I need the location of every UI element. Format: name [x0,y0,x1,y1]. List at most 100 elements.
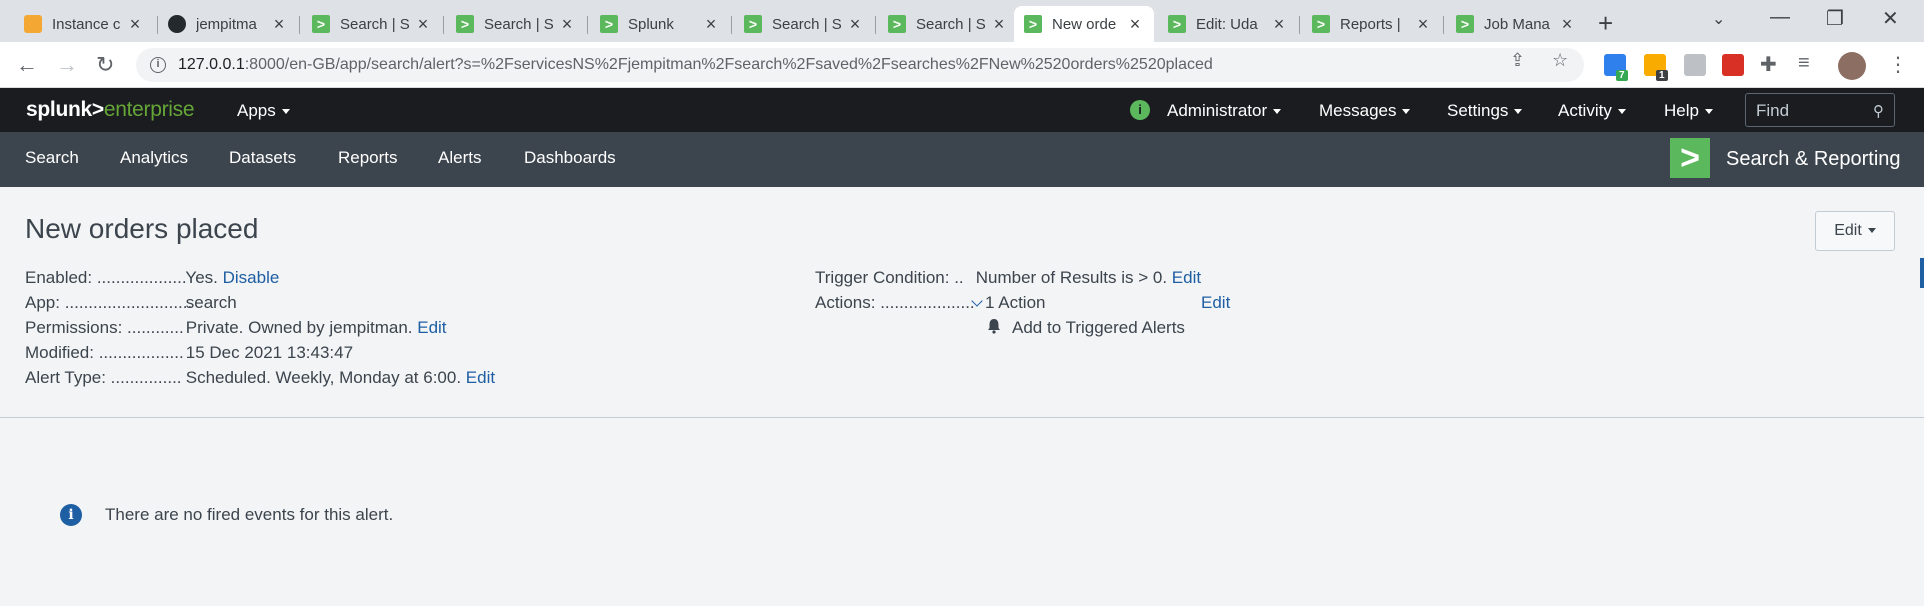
apps-menu[interactable]: Apps [237,101,290,121]
splunk-icon: > [312,15,330,33]
close-icon[interactable]: × [270,14,288,35]
alert-type-row: Alert Type: ............... Scheduled. W… [25,368,496,387]
find-input[interactable]: Find ⚲ [1745,93,1895,127]
nav-alerts[interactable]: Alerts [438,148,481,168]
share-icon[interactable]: ⇪ [1510,50,1525,71]
forward-icon[interactable]: → [56,52,78,78]
restore-icon[interactable]: ❐ [1826,6,1844,31]
disable-link[interactable]: Disable [223,268,280,287]
url-host: 127.0.0.1 [178,56,245,73]
modified-row: Modified: .................. 15 Dec 2021… [25,343,354,362]
edit-permissions-link[interactable]: Edit [417,318,446,337]
splunk-icon: > [744,15,762,33]
nav-analytics[interactable]: Analytics [120,148,188,168]
reload-icon[interactable]: ↻ [96,52,114,78]
actions-row: Actions: .................... 1 Action [815,293,1046,312]
tab-search-icon[interactable]: ⌄ [1712,9,1725,29]
edit-trigger-link[interactable]: Edit [1172,268,1201,287]
search-icon: ⚲ [1873,103,1884,120]
back-icon[interactable]: ← [16,52,38,78]
minimize-icon[interactable]: — [1770,6,1790,29]
puzzle-icon[interactable]: ✚ [1760,52,1777,77]
permissions-row: Permissions: ............ Private. Owned… [25,318,447,337]
extension-badge: 1 [1656,70,1668,81]
extension-badge: 7 [1616,70,1628,81]
pdf-extension-icon[interactable] [1722,54,1744,76]
nav-datasets[interactable]: Datasets [229,148,296,168]
browser-tab[interactable]: > Search | S × [734,6,874,42]
browser-tab[interactable]: > Splunk × [590,6,730,42]
splunk-icon: > [888,15,906,33]
browser-tab[interactable]: > Edit: Uda × [1158,6,1298,42]
close-icon[interactable]: × [1414,14,1432,35]
tab-title: Splunk [628,15,674,33]
url-input[interactable]: i 127.0.0.1:8000/en-GB/app/search/alert?… [136,48,1584,82]
browser-tab-strip: Instance c × jempitma × > Search | S × >… [0,0,1924,42]
close-icon[interactable]: × [1126,14,1144,35]
bookmark-star-icon[interactable]: ☆ [1552,50,1568,71]
activity-menu[interactable]: Activity [1558,101,1626,121]
caret-down-icon [1617,109,1626,115]
tab-title: Reports | [1340,15,1401,33]
tab-title: jempitma [196,15,257,33]
actions-count[interactable]: 1 Action [985,293,1046,312]
reading-list-icon[interactable]: ≡ [1798,52,1810,75]
browser-tab[interactable]: > Search | S × [446,6,586,42]
caret-down-icon [1867,228,1876,234]
close-icon[interactable]: × [1270,14,1288,35]
scrollbar-marker[interactable] [1920,258,1924,288]
tab-title: Instance c [52,15,121,33]
tab-title: Search | S [340,15,410,33]
tab-title: New orde [1052,15,1117,33]
avatar[interactable] [1838,52,1866,80]
splunk-header: splunk>enterprise Apps i Administrator M… [0,88,1924,132]
nav-reports[interactable]: Reports [338,148,398,168]
close-icon[interactable]: × [126,14,144,35]
bell-icon [988,319,1000,334]
tab-title: Search | S [484,15,554,33]
browser-tab[interactable]: > Reports | × [1302,6,1442,42]
settings-menu[interactable]: Settings [1447,101,1523,121]
edit-button[interactable]: Edit [1815,211,1895,251]
close-icon[interactable]: × [1558,14,1576,35]
tab-title: Search | S [772,15,842,33]
close-icon[interactable]: × [558,14,576,35]
close-icon[interactable]: × [414,14,432,35]
site-info-icon[interactable]: i [150,57,166,73]
nav-search[interactable]: Search [25,148,79,168]
browser-tab-active[interactable]: > New orde × [1014,6,1154,42]
app-name[interactable]: Search & Reporting [1726,148,1901,171]
alert-details: New orders placed Edit Enabled: ........… [0,187,1924,606]
splunk-icon: > [1024,15,1042,33]
close-window-icon[interactable]: ✕ [1882,6,1899,31]
splunk-icon: > [600,15,618,33]
edit-alert-type-link[interactable]: Edit [466,368,495,387]
messages-menu[interactable]: Messages [1319,101,1411,121]
empty-state-message: There are no fired events for this alert… [105,505,394,524]
browser-tab[interactable]: > Search | S × [878,6,1018,42]
divider [0,417,1924,418]
browser-tab[interactable]: > Search | S × [302,6,442,42]
caret-down-icon [281,109,290,115]
edit-actions-link[interactable]: Edit [1201,293,1230,312]
browser-tab[interactable]: jempitma × [158,6,298,42]
action-item: Add to Triggered Alerts [1012,318,1185,337]
caret-down-icon [1273,109,1282,115]
close-icon[interactable]: × [990,14,1008,35]
help-menu[interactable]: Help [1664,101,1713,121]
new-tab-icon[interactable]: + [1598,8,1613,39]
splunk-logo[interactable]: splunk>enterprise [26,98,195,122]
tab-title: Edit: Uda [1196,15,1258,33]
health-status-icon[interactable]: i [1130,100,1150,120]
close-icon[interactable]: × [846,14,864,35]
aws-icon [24,15,42,33]
user-menu[interactable]: Administrator [1167,101,1282,121]
trigger-condition-row: Trigger Condition: .. Number of Results … [815,268,1202,287]
tab-title: Job Mana [1484,15,1550,33]
browser-tab[interactable]: > Job Mana × [1446,6,1586,42]
extension-icon[interactable] [1684,54,1706,76]
close-icon[interactable]: × [702,14,720,35]
nav-dashboards[interactable]: Dashboards [524,148,616,168]
kebab-menu-icon[interactable]: ⋮ [1888,52,1908,77]
browser-tab[interactable]: Instance c × [14,6,154,42]
